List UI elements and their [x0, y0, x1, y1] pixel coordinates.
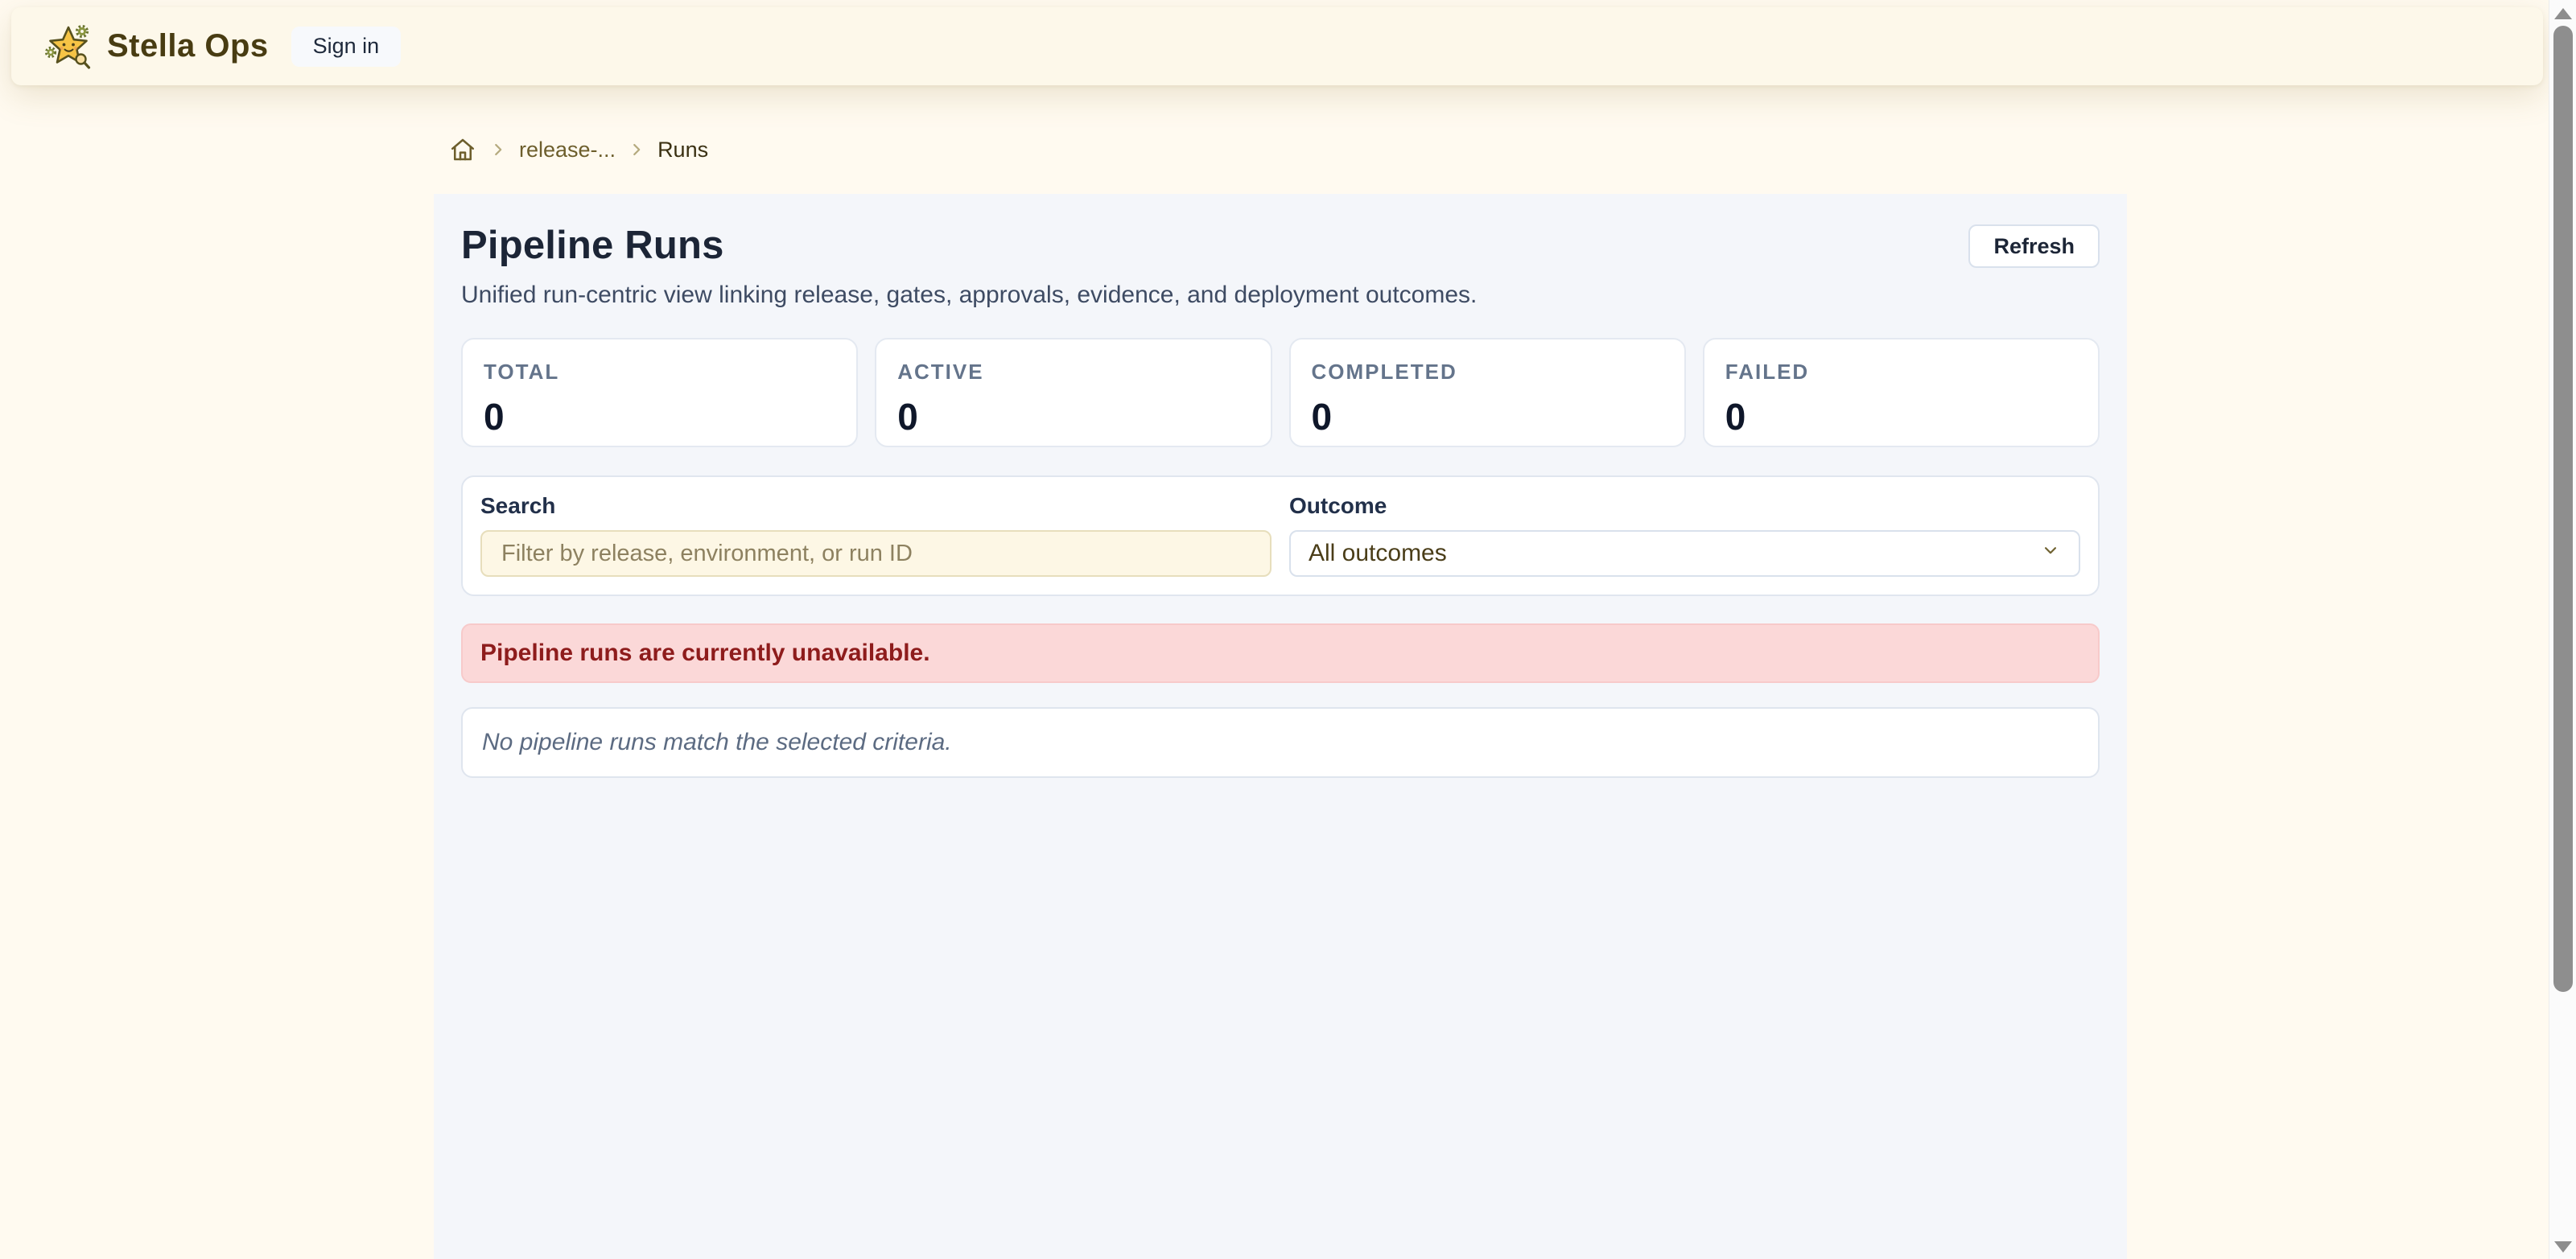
stat-card-failed: FAILED 0	[1703, 338, 2100, 447]
stat-card-total: TOTAL 0	[461, 338, 858, 447]
search-label: Search	[480, 493, 1272, 519]
breadcrumb: release-... Runs	[448, 134, 708, 166]
scrollbar[interactable]	[2549, 0, 2576, 1259]
outcome-select-value: All outcomes	[1309, 540, 1447, 567]
chevron-down-icon	[2040, 540, 2061, 567]
stat-value: 0	[1312, 395, 1663, 438]
page-header: Pipeline Runs Unified run-centric view l…	[461, 223, 2100, 309]
stat-card-active: ACTIVE 0	[875, 338, 1272, 447]
magnifier-icon	[76, 54, 89, 68]
brand-title: Stella Ops	[107, 28, 269, 64]
outcome-select[interactable]: All outcomes	[1289, 530, 2080, 577]
stat-value: 0	[484, 395, 835, 438]
sign-in-button[interactable]: Sign in	[291, 27, 402, 67]
refresh-button[interactable]: Refresh	[1968, 224, 2100, 268]
stat-value: 0	[897, 395, 1249, 438]
breadcrumb-link-release[interactable]: release-...	[519, 138, 616, 163]
home-icon[interactable]	[448, 135, 477, 164]
outcome-label: Outcome	[1289, 493, 2080, 519]
error-banner: Pipeline runs are currently unavailable.	[461, 623, 2100, 683]
stat-card-completed: COMPLETED 0	[1289, 338, 1686, 447]
stats-row: TOTAL 0 ACTIVE 0 COMPLETED 0 FAILED 0	[461, 338, 2100, 447]
search-field: Search	[480, 493, 1272, 577]
search-input[interactable]	[480, 530, 1272, 577]
filter-panel: Search Outcome All outcomes	[461, 475, 2100, 596]
outcome-field: Outcome All outcomes	[1289, 493, 2080, 577]
stat-label: ACTIVE	[897, 360, 1249, 385]
page-title: Pipeline Runs	[461, 223, 1477, 268]
chevron-right-icon	[628, 141, 645, 158]
breadcrumb-current-runs: Runs	[657, 138, 708, 163]
gear-icon	[77, 26, 88, 36]
scrollbar-thumb[interactable]	[2553, 26, 2573, 992]
scroll-up-button[interactable]	[2554, 8, 2572, 19]
stat-value: 0	[1725, 395, 2077, 438]
empty-state: No pipeline runs match the selected crit…	[461, 707, 2100, 778]
main-panel: Pipeline Runs Unified run-centric view l…	[434, 194, 2127, 1259]
stat-label: COMPLETED	[1312, 360, 1663, 385]
page-header-text: Pipeline Runs Unified run-centric view l…	[461, 223, 1477, 309]
page-subtitle: Unified run-centric view linking release…	[461, 282, 1477, 309]
star-mascot-icon	[43, 21, 95, 72]
scroll-down-button[interactable]	[2554, 1241, 2572, 1253]
gear-icon	[46, 47, 55, 56]
chevron-right-icon	[489, 141, 507, 158]
app-header: Stella Ops Sign in	[11, 7, 2543, 85]
stat-label: FAILED	[1725, 360, 2077, 385]
stat-label: TOTAL	[484, 360, 835, 385]
